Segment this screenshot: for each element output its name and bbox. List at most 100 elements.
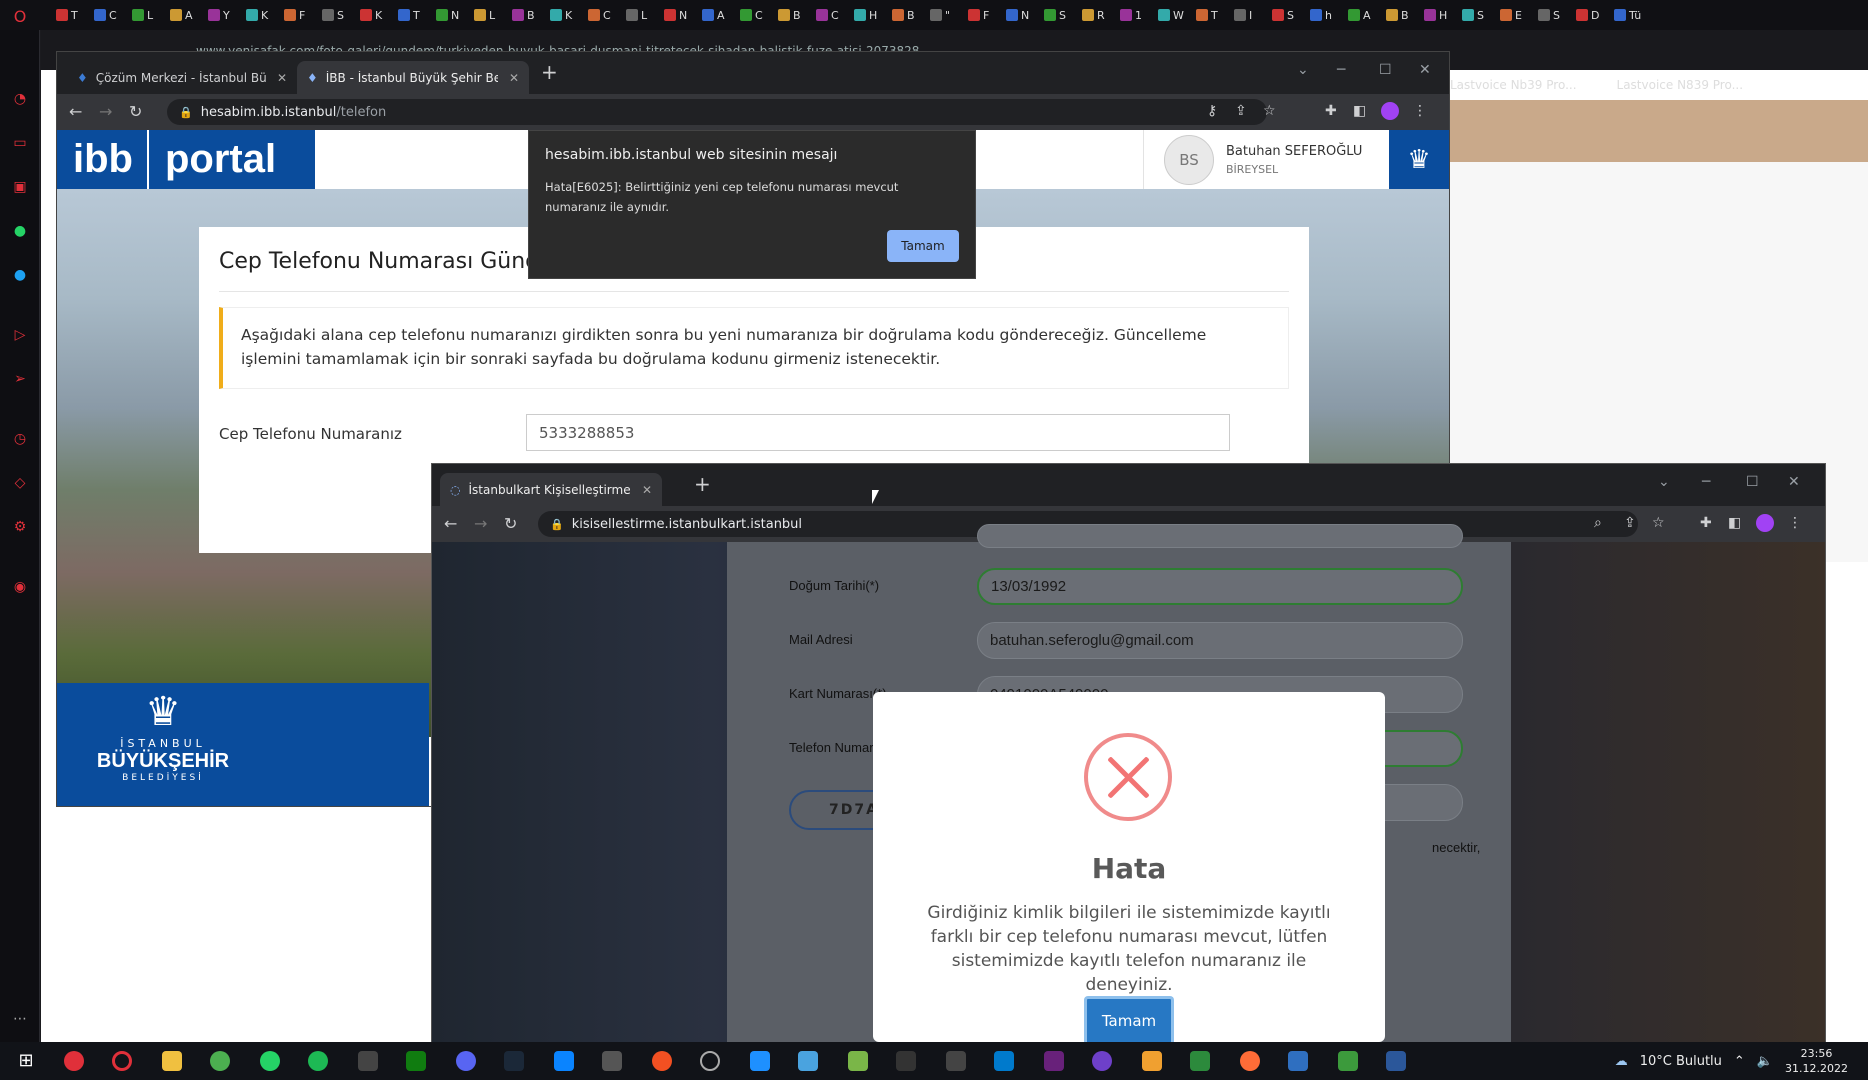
tab-ibb[interactable]: ♦ İBB - İstanbul Büyük Şehir Beledi ✕ [297,61,529,94]
tab-istanbulkart[interactable]: ◌ İstanbulkart Kişiselleştirme ✕ [440,473,662,506]
opera-tab[interactable]: A [1348,6,1371,24]
opera-tab[interactable]: L [132,6,153,24]
opera-tab[interactable]: W [1158,6,1184,24]
extensions-icon[interactable]: ✚ [1700,515,1712,531]
maximize-icon[interactable]: ☐ [1379,62,1392,78]
box-icon[interactable]: ◇ [11,474,29,492]
word-icon[interactable] [1386,1051,1406,1071]
opera-tab[interactable]: S [322,6,344,24]
github-icon[interactable] [1092,1051,1112,1071]
opera-tab[interactable]: F [284,6,305,24]
visual-studio-icon[interactable] [1044,1051,1064,1071]
opera-tab[interactable]: N [436,6,459,24]
opera-tab[interactable]: Y [208,6,230,24]
opera-logo-icon[interactable]: O [11,8,29,26]
discord-icon[interactable] [456,1051,476,1071]
opera-gx-icon[interactable] [64,1051,84,1071]
windows-start-icon[interactable]: ⊞ [16,1051,36,1071]
back-icon[interactable]: ← [69,102,82,121]
tab-cozum-merkezi[interactable]: ♦ Çözüm Merkezi - İstanbul Büyük ✕ [67,61,297,94]
opera-tab[interactable]: T [1196,6,1218,24]
opera-tab[interactable]: L [626,6,647,24]
twitch-icon[interactable]: ▣ [11,178,29,196]
opera-tab[interactable]: B [892,6,915,24]
bookmark-1[interactable]: Lastvoice Nb39 Pro... [1450,78,1577,92]
alert-ok-button[interactable]: Tamam [887,230,959,262]
minimize-icon[interactable]: ─ [1702,474,1710,490]
new-tab-icon[interactable]: + [541,60,558,84]
history-icon[interactable]: ◷ [11,430,29,448]
star-icon[interactable]: ☆ [1263,103,1276,119]
file-explorer-icon[interactable] [162,1051,182,1071]
app5-icon[interactable] [1190,1051,1210,1071]
close-window-icon[interactable]: ✕ [1788,474,1800,490]
xbox-icon[interactable] [406,1051,426,1071]
opera-tab[interactable]: h [1310,6,1332,24]
twitter-icon[interactable]: ● [11,266,29,284]
weather-text[interactable]: 10°C Bulutlu [1640,1054,1722,1069]
modal-ok-button[interactable]: Tamam [1084,996,1174,1042]
user-menu[interactable]: BS Batuhan SEFEROĞLU BİREYSEL [1143,130,1363,189]
close-tab-icon[interactable]: ✕ [277,71,287,85]
opera-tab[interactable]: T [398,6,420,24]
settings-icon[interactable]: ⚙ [11,518,29,536]
opera-tab[interactable]: A [170,6,193,24]
opera-tab[interactable]: L [474,6,495,24]
side-panel-icon[interactable]: ◧ [1353,103,1366,119]
new-tab-icon[interactable]: + [694,472,711,496]
app2-icon[interactable] [798,1051,818,1071]
side-panel-icon[interactable]: ◧ [1728,515,1741,531]
opera-tab[interactable]: B [512,6,535,24]
app4-icon[interactable] [1142,1051,1162,1071]
opera-tab[interactable]: S [1272,6,1294,24]
opera-tab[interactable]: 1 [1120,6,1142,24]
app3-icon[interactable] [896,1051,916,1071]
opera-tab[interactable]: D [1576,6,1599,24]
phone-input[interactable] [526,414,1230,451]
store-icon[interactable] [750,1051,770,1071]
mail-input[interactable]: batuhan.seferoglu@gmail.com [977,622,1463,659]
zoom-icon[interactable]: ⌕ [1594,515,1602,531]
opera-tab[interactable]: I [1234,6,1252,24]
profile-icon[interactable] [1381,102,1399,120]
opera-tab[interactable]: H [1424,6,1447,24]
previous-field[interactable] [977,524,1463,548]
opera-tab[interactable]: C [588,6,611,24]
maximize-icon[interactable]: ☐ [1746,474,1759,490]
more-icon[interactable]: ⋯ [11,1010,29,1028]
share-icon[interactable]: ⇪ [1235,103,1247,119]
clock[interactable]: 23:56 31.12.2022 [1785,1046,1848,1076]
opera-tab[interactable]: B [1386,6,1409,24]
opera-tab[interactable]: A [702,6,725,24]
close-window-icon[interactable]: ✕ [1419,62,1431,78]
star-icon[interactable]: ☆ [1652,515,1665,531]
postman-icon[interactable] [1240,1051,1260,1071]
tab-search-icon[interactable]: ⌄ [1658,474,1670,490]
address-bar[interactable]: 🔒 hesabim.ibb.istanbul/telefon [167,99,1267,125]
chevron-up-icon[interactable]: ⌃ [1734,1054,1745,1069]
profile-icon[interactable] [1756,514,1774,532]
chrome-icon[interactable] [210,1051,230,1071]
opera-tab[interactable]: C [740,6,763,24]
speed-dial-icon[interactable]: ◔ [11,90,29,108]
menu-icon[interactable]: ⋮ [1788,515,1802,531]
live-icon[interactable] [946,1051,966,1071]
extensions-icon[interactable]: ✚ [1325,103,1337,119]
obs-icon[interactable] [700,1051,720,1071]
close-tab-icon[interactable]: ✕ [509,71,519,85]
ibb-portal-logo[interactable]: ibb portal [57,130,315,189]
menu-icon[interactable]: ⋮ [1413,103,1427,119]
reload-icon[interactable]: ↻ [504,514,517,533]
opera-tab[interactable]: N [1006,6,1029,24]
opera-tab[interactable]: N [664,6,687,24]
opera-tab[interactable]: F [968,6,989,24]
epic-icon[interactable] [602,1051,622,1071]
reload-icon[interactable]: ↻ [129,102,142,121]
opera-tab[interactable]: S [1044,6,1066,24]
game-icon[interactable] [848,1051,868,1071]
key-icon[interactable]: ⚷ [1207,103,1217,119]
spotify-icon[interactable] [308,1051,328,1071]
opera-tab[interactable]: C [94,6,117,24]
opera-tab[interactable]: S [1538,6,1560,24]
whatsapp-icon[interactable]: ● [11,222,29,240]
